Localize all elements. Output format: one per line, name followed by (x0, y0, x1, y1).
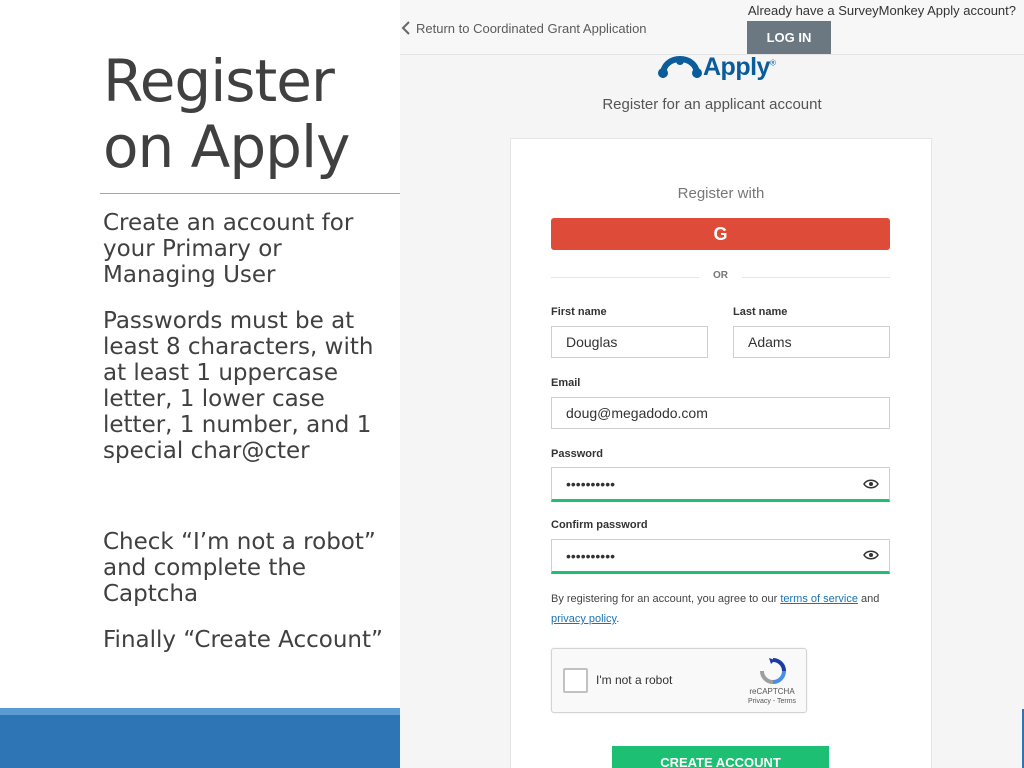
privacy-policy-link[interactable]: privacy policy (551, 613, 616, 625)
slide-footer-band-highlight (0, 708, 400, 715)
return-link[interactable]: Return to Coordinated Grant Application (400, 17, 647, 39)
title-divider (100, 193, 400, 194)
show-confirm-password-eye-icon[interactable] (863, 549, 879, 561)
slide-footer-band (0, 708, 400, 768)
or-label: OR (713, 270, 728, 281)
last-name-label: Last name (733, 306, 788, 318)
registered-mark: ® (769, 58, 776, 68)
or-divider: OR (551, 270, 890, 284)
password-field[interactable] (551, 467, 890, 502)
show-password-eye-icon[interactable] (863, 478, 879, 490)
instruction-captcha: Check “I’m not a robot” and complete the… (103, 529, 376, 607)
not-a-robot-label: I'm not a robot (596, 673, 673, 687)
chevron-left-icon (401, 21, 410, 35)
return-link-label: Return to Coordinated Grant Application (416, 20, 647, 36)
confirm-password-field[interactable] (551, 539, 890, 574)
surveymonkey-logo-icon (658, 55, 702, 78)
slide-title-line-2: on Apply (103, 113, 350, 181)
first-name-field[interactable] (551, 326, 708, 358)
log-in-button[interactable]: LOG IN (747, 21, 831, 54)
email-label: Email (551, 377, 581, 389)
terms-prefix: By registering for an account, you agree… (551, 593, 781, 605)
recaptcha-privacy-terms[interactable]: Privacy - Terms (738, 698, 806, 705)
recaptcha-brand: reCAPTCHA (749, 687, 795, 696)
last-name-field[interactable] (733, 326, 890, 358)
first-name-label: First name (551, 306, 607, 318)
confirm-password-label: Confirm password (551, 519, 648, 531)
create-account-button[interactable]: CREATE ACCOUNT (612, 746, 829, 768)
instruction-create-button: Finally “Create Account” (103, 627, 383, 653)
apply-logo-text: Apply® (703, 52, 776, 82)
terms-notice: By registering for an account, you agree… (551, 589, 896, 629)
slide-title-line-1: Register (103, 47, 335, 115)
slide-title: Register on Apply (103, 48, 393, 180)
register-heading: Register for an applicant account (602, 96, 822, 113)
register-with-label: Register with (677, 185, 765, 202)
not-a-robot-checkbox[interactable] (563, 668, 588, 693)
registration-form-card: Register with G OR First name Last name … (510, 138, 932, 768)
email-field[interactable] (551, 397, 890, 429)
google-icon: G (713, 223, 728, 244)
terms-and: and (857, 593, 880, 605)
existing-account-prompt: Already have a SurveyMonkey Apply accoun… (747, 3, 1016, 18)
apply-registration-screenshot: Return to Coordinated Grant Application … (400, 0, 1024, 768)
instruction-password-rules: Passwords must be at least 8 characters,… (103, 308, 374, 464)
terms-suffix: . (616, 613, 620, 625)
instruction-create-account: Create an account for your Primary or Ma… (103, 210, 354, 288)
slide-text-panel: Register on Apply Create an account for … (0, 0, 400, 768)
apply-wordmark: Apply (703, 52, 770, 81)
top-bar: Return to Coordinated Grant Application … (400, 0, 1024, 55)
recaptcha-icon (760, 658, 786, 684)
google-sign-up-button[interactable]: G (551, 218, 890, 250)
terms-of-service-link[interactable]: terms of service (780, 593, 858, 605)
password-label: Password (551, 448, 603, 460)
apply-logo: Apply® (657, 52, 776, 82)
recaptcha-widget: I'm not a robot reCAPTCHA Privacy - Term… (551, 648, 807, 713)
